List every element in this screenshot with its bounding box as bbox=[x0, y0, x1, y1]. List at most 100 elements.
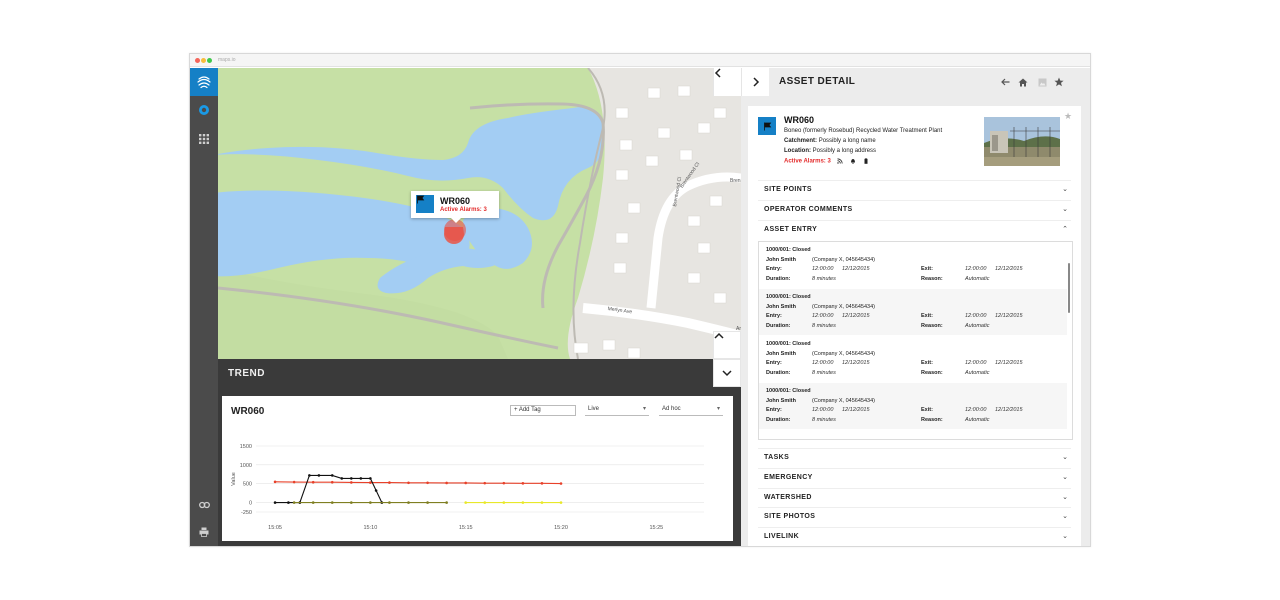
live-select-value: Live bbox=[588, 406, 600, 412]
entry-label: Entry: bbox=[766, 360, 782, 366]
entry-date: 12/12/2015 bbox=[842, 313, 870, 319]
duration-label: Duration: bbox=[766, 276, 791, 282]
rail-map-button[interactable] bbox=[196, 102, 212, 118]
map-view[interactable]: Brentwood Cl Brentwood Cl Merlyn Ave Bre… bbox=[218, 68, 741, 359]
section-livelink[interactable]: LIVELINK ⌄ bbox=[758, 527, 1071, 546]
image-button[interactable] bbox=[1035, 75, 1049, 89]
chevron-down-icon: ▾ bbox=[716, 406, 720, 412]
list-item[interactable]: 1000/001: Closed John Smith (Company X, … bbox=[759, 336, 1067, 382]
asset-catchment-row: Catchment: Possibly a long name bbox=[784, 138, 876, 144]
expand-panel-button[interactable] bbox=[741, 68, 769, 96]
map-asset-popup[interactable]: WR060 Active Alarms: 3 bbox=[411, 191, 499, 223]
favourite-button[interactable] bbox=[1052, 75, 1066, 89]
exit-date: 12/12/2015 bbox=[995, 360, 1023, 366]
exit-time: 12:00:00 bbox=[965, 266, 987, 272]
add-tag-input[interactable]: + Add Tag bbox=[510, 405, 576, 416]
rail-apps-button[interactable] bbox=[196, 131, 212, 147]
duration-value: 8 minutes bbox=[812, 370, 836, 376]
asset-entry-list[interactable]: 1000/001: Closed John Smith (Company X, … bbox=[758, 241, 1073, 440]
rail-link-button[interactable] bbox=[196, 497, 212, 513]
chart-series-line bbox=[275, 474, 383, 504]
asset-photo[interactable] bbox=[984, 117, 1060, 166]
back-button[interactable] bbox=[998, 75, 1012, 89]
chart-data-point bbox=[521, 501, 525, 504]
list-item[interactable]: 1000/001: Closed John Smith (Company X, … bbox=[759, 242, 1067, 288]
section-label: SITE POINTS bbox=[764, 186, 812, 193]
chart-data-point bbox=[388, 501, 391, 504]
section-label: OPERATOR COMMENTS bbox=[764, 206, 853, 213]
entry-title: 1000/001: Closed bbox=[766, 247, 811, 253]
chart-data-point bbox=[407, 501, 410, 504]
entry-time: 12:00:00 bbox=[812, 360, 834, 366]
duration-value: 8 minutes bbox=[812, 323, 836, 329]
chevron-down-icon: ⌄ bbox=[1062, 454, 1068, 461]
range-select[interactable]: Ad hoc ▾ bbox=[659, 405, 723, 416]
alarm-bell-icon[interactable] bbox=[850, 158, 856, 164]
grid-icon bbox=[199, 134, 209, 144]
globe-icon bbox=[199, 105, 209, 115]
chart-y-tick-label: -250 bbox=[241, 510, 252, 516]
live-select[interactable]: Live ▾ bbox=[585, 405, 649, 416]
entry-company: (Company X, 045645434) bbox=[812, 351, 875, 357]
asset-name: Boneo (formerly Rosebud) Recycled Water … bbox=[784, 128, 943, 134]
left-rail bbox=[190, 68, 218, 546]
catchment-value: Possibly a long name bbox=[818, 138, 876, 144]
list-item[interactable]: 1000/001: Closed John Smith (Company X, … bbox=[759, 383, 1067, 429]
chart-y-tick-label: 500 bbox=[243, 482, 252, 488]
chart-data-point bbox=[464, 501, 468, 504]
trend-asset-title: WR060 bbox=[231, 406, 265, 417]
home-button[interactable] bbox=[1016, 75, 1030, 89]
reason-label: Reason: bbox=[921, 417, 943, 423]
app-logo[interactable] bbox=[190, 68, 218, 96]
list-item[interactable]: 1000/001: Closed John Smith (Company X, … bbox=[759, 289, 1067, 335]
asset-alarm-count: Active Alarms: 3 bbox=[784, 158, 831, 165]
chevron-down-icon: ⌄ bbox=[1062, 494, 1068, 501]
maximize-window-dot[interactable] bbox=[207, 58, 212, 63]
section-emergency[interactable]: EMERGENCY ⌄ bbox=[758, 468, 1071, 487]
exit-label: Exit: bbox=[921, 360, 933, 366]
image-icon bbox=[1038, 78, 1046, 86]
rss-icon[interactable] bbox=[837, 158, 844, 164]
address-bar[interactable]: maps.io bbox=[218, 57, 236, 63]
range-select-value: Ad hoc bbox=[662, 406, 681, 412]
section-watershed[interactable]: WATERSHED ⌄ bbox=[758, 488, 1071, 507]
collapse-trend-button[interactable] bbox=[713, 359, 741, 387]
section-site-points[interactable]: SITE POINTS ⌄ bbox=[758, 180, 1071, 199]
section-operator-comments[interactable]: OPERATOR COMMENTS ⌄ bbox=[758, 200, 1071, 219]
section-asset-entry[interactable]: ASSET ENTRY ⌃ bbox=[758, 220, 1071, 239]
arrow-left-icon bbox=[1000, 78, 1009, 86]
collapse-map-button[interactable] bbox=[713, 68, 741, 96]
exit-date: 12/12/2015 bbox=[995, 407, 1023, 413]
entry-list-scrollbar[interactable] bbox=[1068, 263, 1070, 313]
section-site-photos[interactable]: SITE PHOTOS ⌄ bbox=[758, 507, 1071, 526]
battery-icon[interactable] bbox=[863, 158, 869, 164]
chart-data-point bbox=[502, 501, 506, 504]
trend-chart[interactable]: 1500 1000 500 0 -250 15:05 15:10 15:15 15:20 15:2… bbox=[226, 436, 706, 536]
section-tasks[interactable]: TASKS ⌄ bbox=[758, 448, 1071, 467]
entry-person: John Smith bbox=[766, 351, 796, 357]
entry-label: Entry: bbox=[766, 266, 782, 272]
rail-print-button[interactable] bbox=[196, 524, 212, 540]
chart-data-point bbox=[292, 480, 296, 484]
flag-icon bbox=[416, 195, 434, 213]
duration-label: Duration: bbox=[766, 323, 791, 329]
chart-data-point bbox=[369, 501, 372, 504]
expand-trend-up-button[interactable] bbox=[713, 331, 741, 359]
entry-title: 1000/001: Closed bbox=[766, 341, 811, 347]
minimize-window-dot[interactable] bbox=[201, 58, 206, 63]
favourite-star-icon[interactable]: ★ bbox=[1064, 111, 1072, 122]
close-window-dot[interactable] bbox=[195, 58, 200, 63]
panel-header: ASSET DETAIL bbox=[741, 68, 1090, 96]
chart-data-point bbox=[330, 480, 334, 484]
chart-y-tick-label: 1000 bbox=[240, 463, 252, 469]
panel-title: ASSET DETAIL bbox=[779, 76, 856, 87]
entry-person: John Smith bbox=[766, 257, 796, 263]
chart-x-tick-label: 15:10 bbox=[364, 525, 378, 531]
chart-data-point bbox=[374, 489, 378, 492]
duration-value: 8 minutes bbox=[812, 417, 836, 423]
entry-title: 1000/001: Closed bbox=[766, 294, 811, 300]
entry-time: 12:00:00 bbox=[812, 266, 834, 272]
entry-company: (Company X, 045645434) bbox=[812, 398, 875, 404]
chart-data-point bbox=[308, 474, 311, 477]
chart-data-point bbox=[540, 501, 544, 504]
